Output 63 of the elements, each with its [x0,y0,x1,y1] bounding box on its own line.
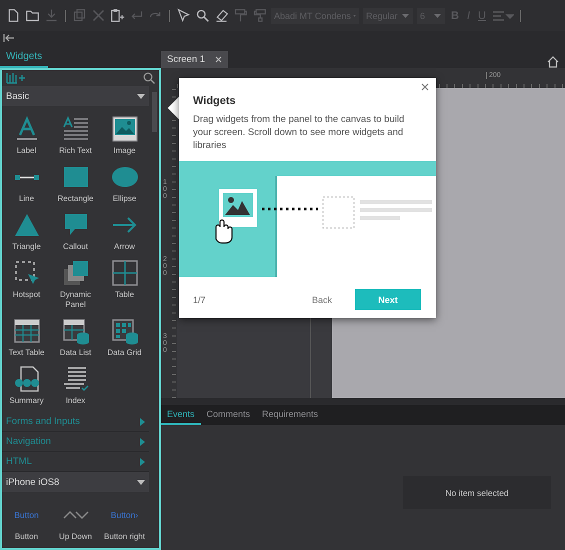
folder-icon[interactable] [25,8,40,23]
scrollbar[interactable] [152,92,157,132]
widget-item[interactable]: Line [2,163,51,204]
caret-icon [401,12,410,18]
pointer-icon[interactable] [176,8,191,23]
caret-icon [140,418,145,426]
popover-text: Drag widgets from the panel to the canvas to build your screen. Scroll down to see more widgets and libraries [193,113,405,152]
widget-item[interactable]: Rich Text [51,115,100,156]
data-list-icon [62,317,90,345]
dynamic-panel-icon [62,259,90,287]
widget-item[interactable]: Rectangle [51,163,100,204]
popover-title: Widgets [193,95,237,107]
widget-item[interactable]: Data List [51,317,100,358]
widget-item[interactable]: Hotspot [2,259,51,310]
widget-item[interactable]: Arrow [100,211,149,252]
paste-icon[interactable] [110,8,125,23]
back-button[interactable]: Back [306,294,338,306]
widget-item[interactable]: Data Grid [100,317,149,358]
widget-item[interactable]: Triangle [2,211,51,252]
widget-item[interactable]: Dynamic Panel [51,259,100,310]
eraser-icon[interactable] [214,8,229,23]
document-icon[interactable] [6,8,21,23]
library-icon[interactable] [6,72,26,84]
widget-item[interactable]: Button› Button right [100,501,149,542]
step-counter: 1/7 [193,294,207,304]
data-grid-icon [110,317,138,345]
empty-message: No item selected [403,476,551,509]
collapse-icon[interactable] [3,34,15,42]
library-section-header[interactable]: Basic [2,86,149,106]
close-icon[interactable] [421,83,429,91]
button-preview: Button [14,509,39,522]
close-icon[interactable] [215,56,222,63]
text-table-icon [12,317,40,345]
caret-icon [140,438,145,446]
button-preview: Button› [110,509,138,522]
widget-item[interactable]: Label [2,115,51,156]
caret-icon [140,458,145,466]
widget-item[interactable]: Image [100,115,149,156]
widget-item[interactable]: Summary [2,365,51,406]
table-icon [110,259,138,287]
summary-icon [12,365,40,393]
line-icon [14,174,38,180]
screen-tab[interactable]: Screen 1 [161,51,228,68]
widget-item[interactable]: Callout [51,211,100,252]
panel-tab[interactable]: Comments [200,405,256,425]
panel-tab[interactable]: Requirements [256,405,324,425]
home-icon[interactable] [547,56,559,68]
widget-item[interactable]: Table [100,259,149,310]
chevrons-icon [62,511,88,519]
image-icon [110,115,138,143]
widget-item[interactable]: Text Table [2,317,51,358]
widget-item[interactable]: Ellipse [100,163,149,204]
index-icon [62,365,90,393]
search-icon[interactable] [195,8,210,23]
widget-item[interactable]: Index [51,365,100,406]
widget-item[interactable]: Up Down [51,501,100,542]
panel-tab[interactable]: Events [161,405,201,425]
library-section-header[interactable]: iPhone iOS8 [2,472,149,492]
search-icon[interactable] [143,72,155,84]
caret-icon [137,94,145,98]
caret-icon [137,480,145,484]
caret-icon [433,12,442,18]
widget-item[interactable]: Button Button [2,501,51,542]
